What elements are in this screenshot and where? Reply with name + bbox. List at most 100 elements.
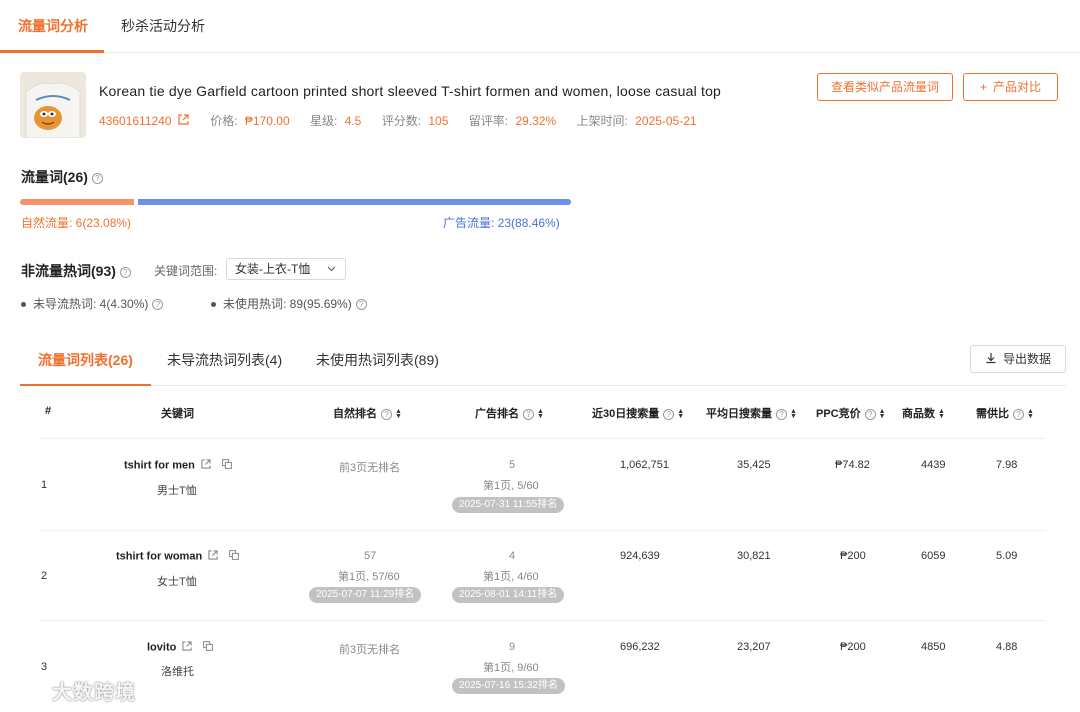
table-row-divider — [40, 620, 1046, 621]
column-header-demand-supply-ratio[interactable]: 需供比? ▲ ▼ — [976, 405, 1034, 421]
listed-date-value: 2025-05-21 — [635, 114, 697, 128]
help-icon[interactable]: ? — [776, 408, 787, 420]
bullet-dot-icon — [21, 302, 26, 308]
sort-icon[interactable]: ▲ ▼ — [537, 408, 544, 420]
rating-value: 4.5 — [344, 114, 362, 128]
bullet-dot-icon — [211, 302, 216, 308]
help-icon[interactable]: ? — [119, 266, 131, 278]
help-icon[interactable]: ? — [381, 408, 392, 420]
external-link-icon[interactable] — [178, 114, 189, 128]
product-id-link[interactable]: 43601611240 — [99, 114, 172, 128]
column-header-avg-daily-search[interactable]: 平均日搜索量? ▲ ▼ — [706, 405, 797, 421]
keyword-link[interactable]: lovito — [147, 641, 176, 653]
ad-traffic-value: 23(88.46%) — [497, 216, 560, 230]
help-icon[interactable]: ? — [1013, 408, 1024, 420]
sort-icon[interactable]: ▲ ▼ — [879, 408, 886, 420]
avg-daily-search-value: 30,821 — [737, 550, 771, 562]
tab-traffic-word-analysis[interactable]: 流量词分析 — [18, 16, 88, 36]
ppc-bid-value: ₱200 — [840, 641, 866, 653]
export-data-label: 导出数据 — [1002, 352, 1051, 366]
ad-rank-detail: 第1页, 9/60 — [483, 662, 539, 674]
product-count-value: 6059 — [921, 550, 946, 562]
ad-rank-value: 5 — [509, 459, 516, 471]
column-header-ad-rank[interactable]: 广告排名? ▲ ▼ — [475, 405, 544, 421]
watermark: 大数跨境 — [8, 676, 136, 709]
keyword-cell: tshirt for woman — [116, 550, 240, 563]
unguided-hot-words-label: 未导流热词: — [33, 297, 100, 311]
avg-daily-search-value: 35,425 — [737, 459, 771, 471]
chevron-down-icon — [327, 259, 336, 279]
price-value: ₱170.00 — [244, 114, 290, 128]
ad-rank-timestamp-badge: 2025-08-01 14:11排名 — [452, 587, 565, 603]
keyword-link[interactable]: tshirt for men — [124, 459, 195, 471]
review-rate-value: 29.32% — [515, 114, 557, 128]
ad-traffic-label: 广告流量: — [443, 216, 498, 230]
row-index: 1 — [41, 479, 48, 491]
demand-supply-ratio-value: 4.88 — [996, 641, 1018, 653]
tab-flash-sale-analysis[interactable]: 秒杀活动分析 — [121, 16, 205, 36]
product-compare-label: 产品对比 — [993, 80, 1042, 94]
help-icon[interactable]: ? — [663, 408, 675, 420]
organic-traffic-legend: 自然流量: 6(23.08%) — [21, 214, 131, 231]
external-link-icon[interactable] — [201, 459, 211, 472]
help-icon[interactable]: ? — [91, 172, 103, 184]
search-30d-value: 1,062,751 — [620, 459, 669, 471]
keyword-translation: 洛维托 — [161, 666, 194, 678]
row-index: 2 — [41, 570, 48, 582]
reviews-label: 评分数: — [381, 114, 422, 128]
product-compare-button[interactable]: + 产品对比 — [963, 73, 1058, 101]
price-label: 价格: — [210, 114, 238, 128]
traffic-words-title: 流量词(26) — [21, 169, 88, 185]
sort-icon[interactable]: ▲ ▼ — [938, 408, 945, 420]
list-tabs-divider — [20, 385, 1066, 386]
tab-unused-hot-word-list[interactable]: 未使用热词列表(89) — [316, 350, 439, 370]
keyword-scope-label: 关键词范围: — [154, 264, 218, 278]
organic-rank-timestamp-badge: 2025-07-07 11:29排名 — [309, 587, 422, 603]
sort-icon[interactable]: ▲ ▼ — [1027, 408, 1034, 420]
demand-supply-ratio-value: 7.98 — [996, 459, 1018, 471]
help-icon[interactable]: ? — [523, 408, 534, 420]
copy-icon[interactable] — [203, 641, 214, 654]
product-count-label: 商品数 — [902, 408, 935, 420]
avg-daily-search-label: 平均日搜索量 — [706, 408, 772, 420]
unguided-hot-words-value: 4(4.30%) — [99, 297, 149, 311]
organic-traffic-label: 自然流量: — [21, 216, 76, 230]
sort-icon[interactable]: ▲ ▼ — [790, 408, 797, 420]
external-link-icon[interactable] — [208, 550, 218, 563]
traffic-words-heading: 流量词(26)? — [21, 167, 103, 187]
unused-hot-words-label: 未使用热词: — [223, 297, 290, 311]
ppc-bid-label: PPC竞价 — [816, 408, 861, 420]
column-header-product-count[interactable]: 商品数 ▲ ▼ — [902, 405, 945, 421]
product-thumbnail[interactable] — [20, 72, 86, 138]
ad-rank-label: 广告排名 — [475, 408, 519, 420]
keyword-scope-value: 女装-上衣-T恤 — [235, 262, 311, 276]
column-header-search-30d[interactable]: 近30日搜索量? ▲ ▼ — [592, 405, 684, 421]
column-header-organic-rank[interactable]: 自然排名? ▲ ▼ — [333, 405, 402, 421]
organic-traffic-bar — [20, 199, 134, 205]
sort-icon[interactable]: ▲ ▼ — [395, 408, 402, 420]
listed-date-label: 上架时间: — [576, 114, 628, 128]
product-title[interactable]: Korean tie dye Garfield cartoon printed … — [99, 83, 721, 99]
help-icon[interactable]: ? — [864, 408, 876, 420]
similar-product-keywords-button[interactable]: 查看类似产品流量词 — [817, 73, 953, 101]
organic-rank-detail: 第1页, 57/60 — [338, 571, 400, 583]
watermark-text: 大数跨境 — [52, 682, 136, 704]
column-header-index: # — [45, 405, 52, 417]
export-data-button[interactable]: 导出数据 — [970, 345, 1066, 373]
help-icon[interactable]: ? — [152, 299, 164, 311]
non-traffic-hot-words-heading: 非流量热词(93)? — [21, 261, 131, 281]
keyword-scope-select[interactable]: 女装-上衣-T恤 — [226, 258, 346, 280]
keyword-link[interactable]: tshirt for woman — [116, 550, 202, 562]
help-icon[interactable]: ? — [355, 299, 367, 311]
keyword-translation: 男士T恤 — [157, 485, 197, 497]
active-tab-underline — [0, 50, 104, 53]
keyword-cell: lovito — [147, 641, 214, 654]
download-icon — [985, 347, 997, 373]
column-header-ppc-bid[interactable]: PPC竞价? ▲ ▼ — [816, 405, 886, 421]
copy-icon[interactable] — [229, 550, 240, 563]
sort-icon[interactable]: ▲ ▼ — [677, 408, 684, 420]
tab-unguided-hot-word-list[interactable]: 未导流热词列表(4) — [167, 350, 282, 370]
copy-icon[interactable] — [222, 459, 232, 472]
external-link-icon[interactable] — [182, 641, 193, 654]
tab-traffic-word-list[interactable]: 流量词列表(26) — [38, 350, 133, 370]
